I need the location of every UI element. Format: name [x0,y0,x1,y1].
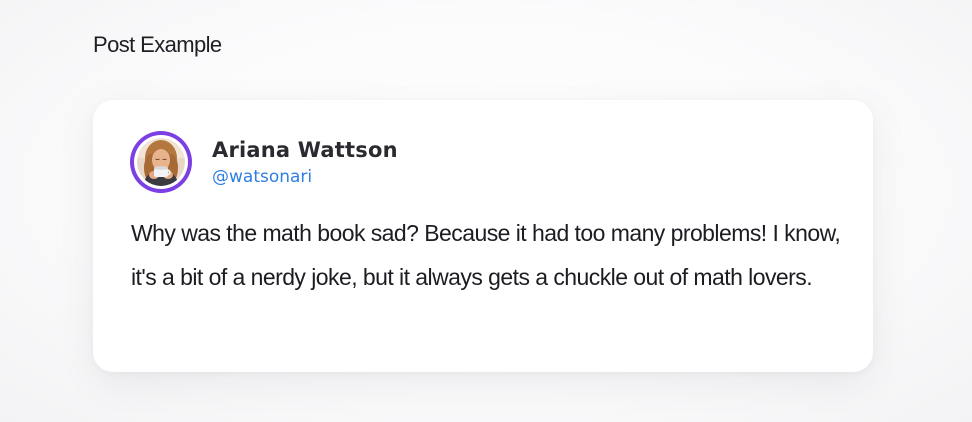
avatar[interactable] [130,131,192,193]
post-card: Ariana Wattson @watsonari Why was the ma… [93,100,873,372]
author-handle[interactable]: @watsonari [212,166,312,188]
avatar-border [134,135,188,189]
author-name[interactable]: Ariana Wattson [212,137,398,163]
section-title: Post Example [93,32,222,57]
avatar-photo-icon [137,138,185,186]
post-body-text: Why was the math book sad? Because it ha… [131,220,841,290]
